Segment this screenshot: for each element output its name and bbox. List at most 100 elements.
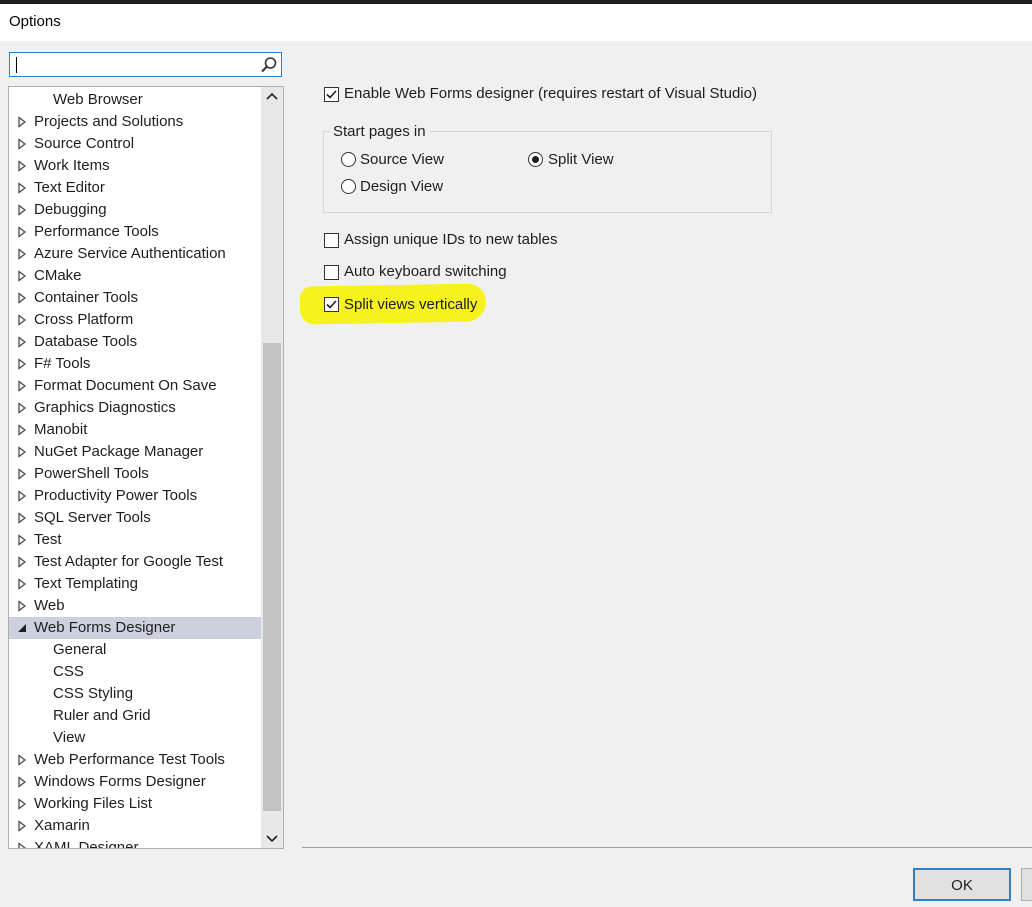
source-view-radio[interactable] (341, 152, 356, 167)
collapsed-arrow-icon[interactable] (17, 424, 27, 436)
tree-item-label: Source Control (34, 135, 135, 152)
tree-item[interactable]: Productivity Power Tools (9, 485, 261, 507)
tree-item-label: Web (34, 597, 65, 614)
tree-item[interactable]: Source Control (9, 133, 261, 155)
search-box[interactable] (9, 52, 282, 77)
tree-item[interactable]: CSS (9, 661, 261, 683)
tree-item[interactable]: General (9, 639, 261, 661)
split-view-radio[interactable] (528, 152, 543, 167)
scroll-down-icon[interactable] (261, 828, 283, 848)
ok-button[interactable]: OK (913, 868, 1011, 901)
expanded-arrow-icon[interactable] (17, 622, 27, 634)
auto-keyboard-checkbox[interactable] (324, 265, 339, 280)
collapsed-arrow-icon[interactable] (17, 380, 27, 392)
tree-item[interactable]: SQL Server Tools (9, 507, 261, 529)
tree-item[interactable]: Database Tools (9, 331, 261, 353)
collapsed-arrow-icon[interactable] (17, 468, 27, 480)
tree-item[interactable]: Test Adapter for Google Test (9, 551, 261, 573)
tree-item[interactable]: Projects and Solutions (9, 111, 261, 133)
collapsed-arrow-icon[interactable] (17, 248, 27, 260)
tree-item[interactable]: View (9, 727, 261, 749)
assign-ids-label[interactable]: Assign unique IDs to new tables (344, 231, 557, 248)
collapsed-arrow-icon[interactable] (17, 116, 27, 128)
collapsed-arrow-icon[interactable] (17, 600, 27, 612)
collapsed-arrow-icon[interactable] (17, 512, 27, 524)
collapsed-arrow-icon[interactable] (17, 798, 27, 810)
collapsed-arrow-icon[interactable] (17, 204, 27, 216)
options-tree[interactable]: Web Browser Projects and Solutions Source … (8, 86, 284, 849)
tree-item-label: Xamarin (34, 817, 90, 834)
tree-item[interactable]: Cross Platform (9, 309, 261, 331)
collapsed-arrow-icon[interactable] (17, 336, 27, 348)
collapsed-arrow-icon[interactable] (17, 578, 27, 590)
collapsed-arrow-icon[interactable] (17, 776, 27, 788)
collapsed-arrow-icon[interactable] (17, 556, 27, 568)
tree-item[interactable]: Web Browser (9, 89, 261, 111)
collapsed-arrow-icon[interactable] (17, 160, 27, 172)
tree-item-label: Ruler and Grid (53, 707, 151, 724)
tree-item-label: Cross Platform (34, 311, 134, 328)
scroll-up-icon[interactable] (261, 87, 283, 107)
split-vertical-label[interactable]: Split views vertically (344, 296, 477, 313)
collapsed-arrow-icon[interactable] (17, 534, 27, 546)
tree-item[interactable]: NuGet Package Manager (9, 441, 261, 463)
tree-item[interactable]: Graphics Diagnostics (9, 397, 261, 419)
tree-item[interactable]: Azure Service Authentication (9, 243, 261, 265)
tree-item-label: Projects and Solutions (34, 113, 184, 130)
tree-scrollbar[interactable] (261, 87, 283, 848)
tree-item-label: SQL Server Tools (34, 509, 151, 526)
source-view-label[interactable]: Source View (360, 151, 444, 168)
cancel-button[interactable] (1021, 868, 1032, 901)
collapsed-arrow-icon[interactable] (17, 314, 27, 326)
checkmark-icon (326, 90, 337, 99)
tree-item[interactable]: Windows Forms Designer (9, 771, 261, 793)
tree-item[interactable]: CMake (9, 265, 261, 287)
tree-item[interactable]: Performance Tools (9, 221, 261, 243)
tree-item-label: Format Document On Save (34, 377, 217, 394)
scroll-thumb[interactable] (263, 343, 281, 811)
tree-item[interactable]: Web Forms Designer (9, 617, 261, 639)
design-view-radio[interactable] (341, 179, 356, 194)
split-view-label[interactable]: Split View (548, 151, 614, 168)
search-icon[interactable] (260, 56, 278, 74)
tree-item[interactable]: Web Performance Test Tools (9, 749, 261, 771)
assign-ids-checkbox[interactable] (324, 233, 339, 248)
tree-item[interactable]: CSS Styling (9, 683, 261, 705)
split-vertical-checkbox[interactable] (324, 297, 339, 312)
tree-item[interactable]: Xamarin (9, 815, 261, 837)
collapsed-arrow-icon[interactable] (17, 754, 27, 766)
tree-item[interactable]: Test (9, 529, 261, 551)
collapsed-arrow-icon[interactable] (17, 270, 27, 282)
tree-item-label: Web Performance Test Tools (34, 751, 225, 768)
search-input[interactable] (12, 55, 258, 73)
collapsed-arrow-icon[interactable] (17, 820, 27, 832)
tree-item[interactable]: XAML Designer (9, 837, 261, 849)
tree-item[interactable]: F# Tools (9, 353, 261, 375)
tree-item[interactable]: Ruler and Grid (9, 705, 261, 727)
tree-item[interactable]: Manobit (9, 419, 261, 441)
collapsed-arrow-icon[interactable] (17, 358, 27, 370)
tree-item[interactable]: Working Files List (9, 793, 261, 815)
tree-item[interactable]: Text Editor (9, 177, 261, 199)
tree-item[interactable]: Text Templating (9, 573, 261, 595)
collapsed-arrow-icon[interactable] (17, 138, 27, 150)
tree-item-label: Test (34, 531, 62, 548)
tree-item[interactable]: Work Items (9, 155, 261, 177)
collapsed-arrow-icon[interactable] (17, 490, 27, 502)
collapsed-arrow-icon[interactable] (17, 182, 27, 194)
tree-item[interactable]: Container Tools (9, 287, 261, 309)
collapsed-arrow-icon[interactable] (17, 842, 27, 849)
collapsed-arrow-icon[interactable] (17, 292, 27, 304)
collapsed-arrow-icon[interactable] (17, 402, 27, 414)
collapsed-arrow-icon[interactable] (17, 446, 27, 458)
design-view-label[interactable]: Design View (360, 178, 443, 195)
tree-item[interactable]: Debugging (9, 199, 261, 221)
tree-item-label: Azure Service Authentication (34, 245, 226, 262)
tree-item[interactable]: Web (9, 595, 261, 617)
collapsed-arrow-icon[interactable] (17, 226, 27, 238)
tree-item[interactable]: Format Document On Save (9, 375, 261, 397)
tree-item[interactable]: PowerShell Tools (9, 463, 261, 485)
auto-keyboard-label[interactable]: Auto keyboard switching (344, 263, 507, 280)
enable-designer-checkbox[interactable] (324, 87, 339, 102)
enable-designer-label[interactable]: Enable Web Forms designer (requires rest… (344, 85, 757, 102)
